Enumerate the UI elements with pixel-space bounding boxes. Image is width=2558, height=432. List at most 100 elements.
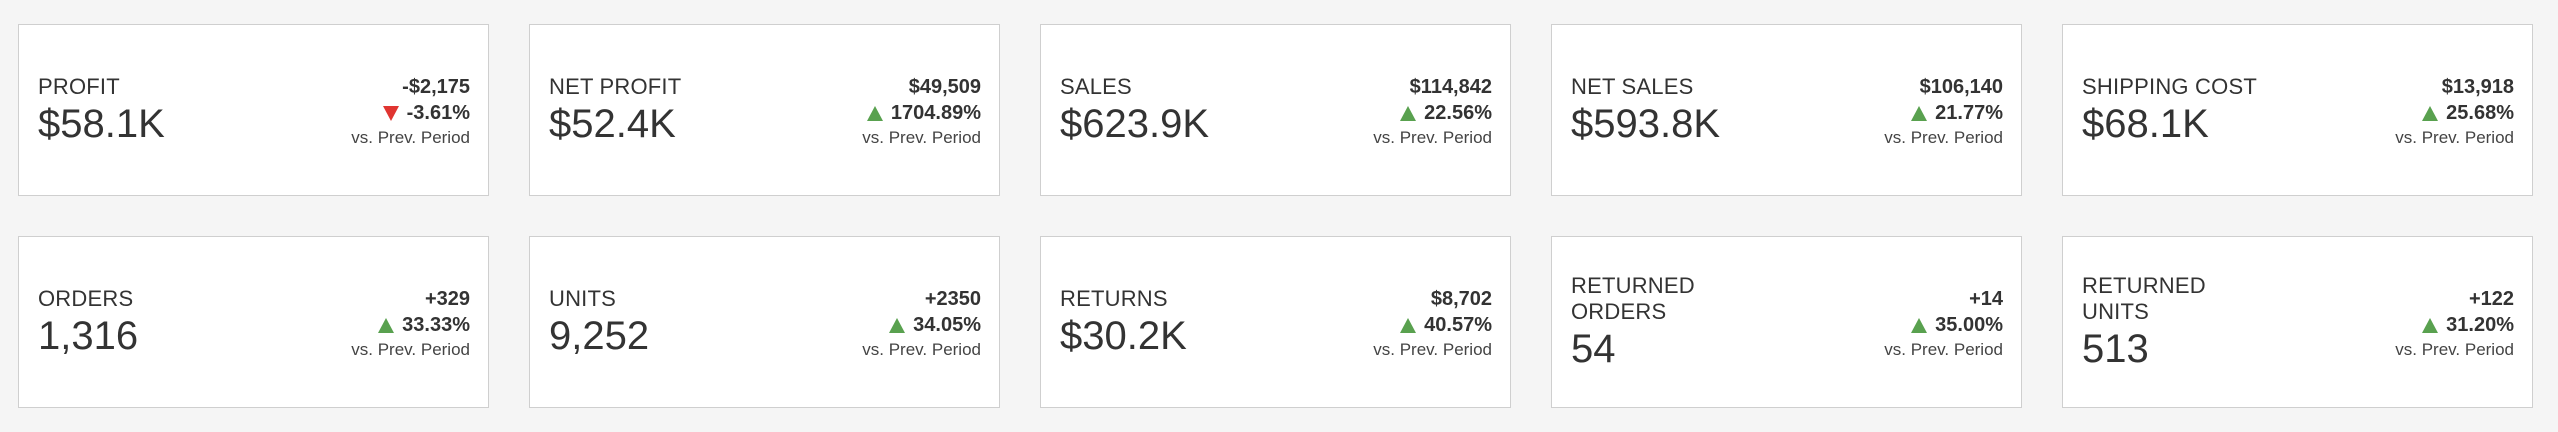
kpi-percent-change: 35.00% [1884, 312, 2003, 338]
kpi-percent-value: 40.57% [1424, 314, 1492, 336]
kpi-card-net-sales[interactable]: NET SALES $593.8K $106,140 21.77% vs. Pr… [1551, 24, 2022, 196]
kpi-percent-value: 35.00% [1935, 314, 2003, 336]
kpi-card-orders[interactable]: ORDERS 1,316 +329 33.33% vs. Prev. Perio… [18, 236, 489, 408]
kpi-card-returned-orders[interactable]: RETURNED ORDERS 54 +14 35.00% vs. Prev. P… [1551, 236, 2022, 408]
kpi-percent-change: -3.61% [351, 100, 470, 126]
kpi-delta: +122 [2468, 288, 2514, 310]
kpi-percent-change: 34.05% [862, 312, 981, 338]
kpi-percent-value: 22.56% [1424, 102, 1492, 124]
triangle-up-icon [2422, 105, 2439, 121]
kpi-delta: $114,842 [1409, 76, 1492, 98]
triangle-up-icon [2422, 317, 2439, 333]
kpi-main: NET PROFIT $52.4K [549, 25, 799, 195]
kpi-comparison-label: vs. Prev. Period [1884, 128, 2003, 147]
kpi-value: 54 [1571, 326, 1616, 371]
kpi-card-returns[interactable]: RETURNS $30.2K $8,702 40.57% vs. Prev. P… [1040, 236, 1511, 408]
kpi-delta: $106,140 [1919, 76, 2003, 98]
kpi-comparison-label: vs. Prev. Period [1884, 340, 2003, 359]
kpi-main: SHIPPING COST $68.1K [2082, 25, 2332, 195]
kpi-main: NET SALES $593.8K [1571, 25, 1821, 195]
triangle-up-icon [866, 105, 883, 121]
kpi-card-shipping-cost[interactable]: SHIPPING COST $68.1K $13,918 25.68% vs. … [2062, 24, 2533, 196]
kpi-comparison-label: vs. Prev. Period [862, 128, 981, 147]
kpi-main: RETURNS $30.2K [1060, 237, 1310, 407]
kpi-comparison-label: vs. Prev. Period [1373, 128, 1492, 147]
kpi-percent-value: -3.61% [406, 102, 470, 124]
triangle-down-icon [382, 105, 399, 121]
kpi-comparison-label: vs. Prev. Period [351, 340, 470, 359]
kpi-value: 9,252 [549, 313, 650, 358]
kpi-percent-value: 1704.89% [890, 102, 981, 124]
kpi-comparison: $8,702 40.57% vs. Prev. Period [1373, 286, 1492, 362]
kpi-title: UNITS [549, 285, 616, 311]
kpi-title: RETURNED ORDERS [1571, 272, 1695, 324]
kpi-delta: -$2,175 [402, 76, 470, 98]
kpi-value: $30.2K [1060, 313, 1187, 358]
kpi-comparison: -$2,175 -3.61% vs. Prev. Period [351, 74, 470, 150]
kpi-title: NET PROFIT [549, 73, 682, 99]
kpi-title: SALES [1060, 73, 1132, 99]
kpi-percent-change: 21.77% [1884, 100, 2003, 126]
kpi-value: $593.8K [1571, 101, 1721, 146]
kpi-comparison-label: vs. Prev. Period [351, 128, 470, 147]
kpi-comparison: $114,842 22.56% vs. Prev. Period [1373, 74, 1492, 150]
kpi-comparison: +329 33.33% vs. Prev. Period [351, 286, 470, 362]
triangle-up-icon [1911, 317, 1928, 333]
kpi-delta: +2350 [924, 288, 981, 310]
kpi-title: SHIPPING COST [2082, 73, 2257, 99]
kpi-comparison: $106,140 21.77% vs. Prev. Period [1884, 74, 2003, 150]
kpi-comparison: +14 35.00% vs. Prev. Period [1884, 286, 2003, 362]
kpi-card-returned-units[interactable]: RETURNED UNITS 513 +122 31.20% vs. Prev. … [2062, 236, 2533, 408]
kpi-title: RETURNS [1060, 285, 1168, 311]
triangle-up-icon [1911, 105, 1928, 121]
kpi-comparison-label: vs. Prev. Period [2395, 340, 2514, 359]
kpi-percent-value: 31.20% [2446, 314, 2514, 336]
kpi-comparison: +122 31.20% vs. Prev. Period [2395, 286, 2514, 362]
kpi-value: $68.1K [2082, 101, 2209, 146]
kpi-percent-change: 40.57% [1373, 312, 1492, 338]
kpi-main: RETURNED UNITS 513 [2082, 237, 2332, 407]
kpi-card-profit[interactable]: PROFIT $58.1K -$2,175 -3.61% vs. Prev. P… [18, 24, 489, 196]
triangle-up-icon [1400, 317, 1417, 333]
kpi-value: 1,316 [38, 313, 139, 358]
kpi-delta: +14 [1969, 288, 2003, 310]
kpi-percent-value: 25.68% [2446, 102, 2514, 124]
kpi-delta: $49,509 [908, 76, 981, 98]
kpi-value: 513 [2082, 326, 2149, 371]
kpi-percent-value: 33.33% [402, 314, 470, 336]
kpi-percent-change: 33.33% [351, 312, 470, 338]
triangle-up-icon [378, 317, 395, 333]
kpi-percent-value: 21.77% [1935, 102, 2003, 124]
kpi-card-units[interactable]: UNITS 9,252 +2350 34.05% vs. Prev. Perio… [529, 236, 1000, 408]
kpi-value: $52.4K [549, 101, 676, 146]
kpi-value: $623.9K [1060, 101, 1210, 146]
kpi-percent-change: 22.56% [1373, 100, 1492, 126]
kpi-comparison-label: vs. Prev. Period [2395, 128, 2514, 147]
kpi-comparison: $13,918 25.68% vs. Prev. Period [2395, 74, 2514, 150]
kpi-title: NET SALES [1571, 73, 1694, 99]
kpi-comparison: +2350 34.05% vs. Prev. Period [862, 286, 981, 362]
kpi-title: PROFIT [38, 73, 120, 99]
kpi-card-sales[interactable]: SALES $623.9K $114,842 22.56% vs. Prev. … [1040, 24, 1511, 196]
kpi-percent-change: 31.20% [2395, 312, 2514, 338]
kpi-comparison: $49,509 1704.89% vs. Prev. Period [862, 74, 981, 150]
triangle-up-icon [1400, 105, 1417, 121]
kpi-value: $58.1K [38, 101, 165, 146]
kpi-main: PROFIT $58.1K [38, 25, 288, 195]
kpi-percent-change: 1704.89% [862, 100, 981, 126]
kpi-percent-change: 25.68% [2395, 100, 2514, 126]
kpi-comparison-label: vs. Prev. Period [862, 340, 981, 359]
kpi-title: RETURNED UNITS [2082, 272, 2206, 324]
kpi-main: RETURNED ORDERS 54 [1571, 237, 1821, 407]
kpi-delta: $8,702 [1430, 288, 1492, 310]
kpi-comparison-label: vs. Prev. Period [1373, 340, 1492, 359]
kpi-main: SALES $623.9K [1060, 25, 1310, 195]
kpi-main: UNITS 9,252 [549, 237, 799, 407]
kpi-percent-value: 34.05% [913, 314, 981, 336]
kpi-main: ORDERS 1,316 [38, 237, 288, 407]
kpi-title: ORDERS [38, 285, 134, 311]
kpi-delta: $13,918 [2441, 76, 2514, 98]
kpi-grid: PROFIT $58.1K -$2,175 -3.61% vs. Prev. P… [18, 24, 2533, 408]
kpi-card-net-profit[interactable]: NET PROFIT $52.4K $49,509 1704.89% vs. P… [529, 24, 1000, 196]
triangle-up-icon [889, 317, 906, 333]
